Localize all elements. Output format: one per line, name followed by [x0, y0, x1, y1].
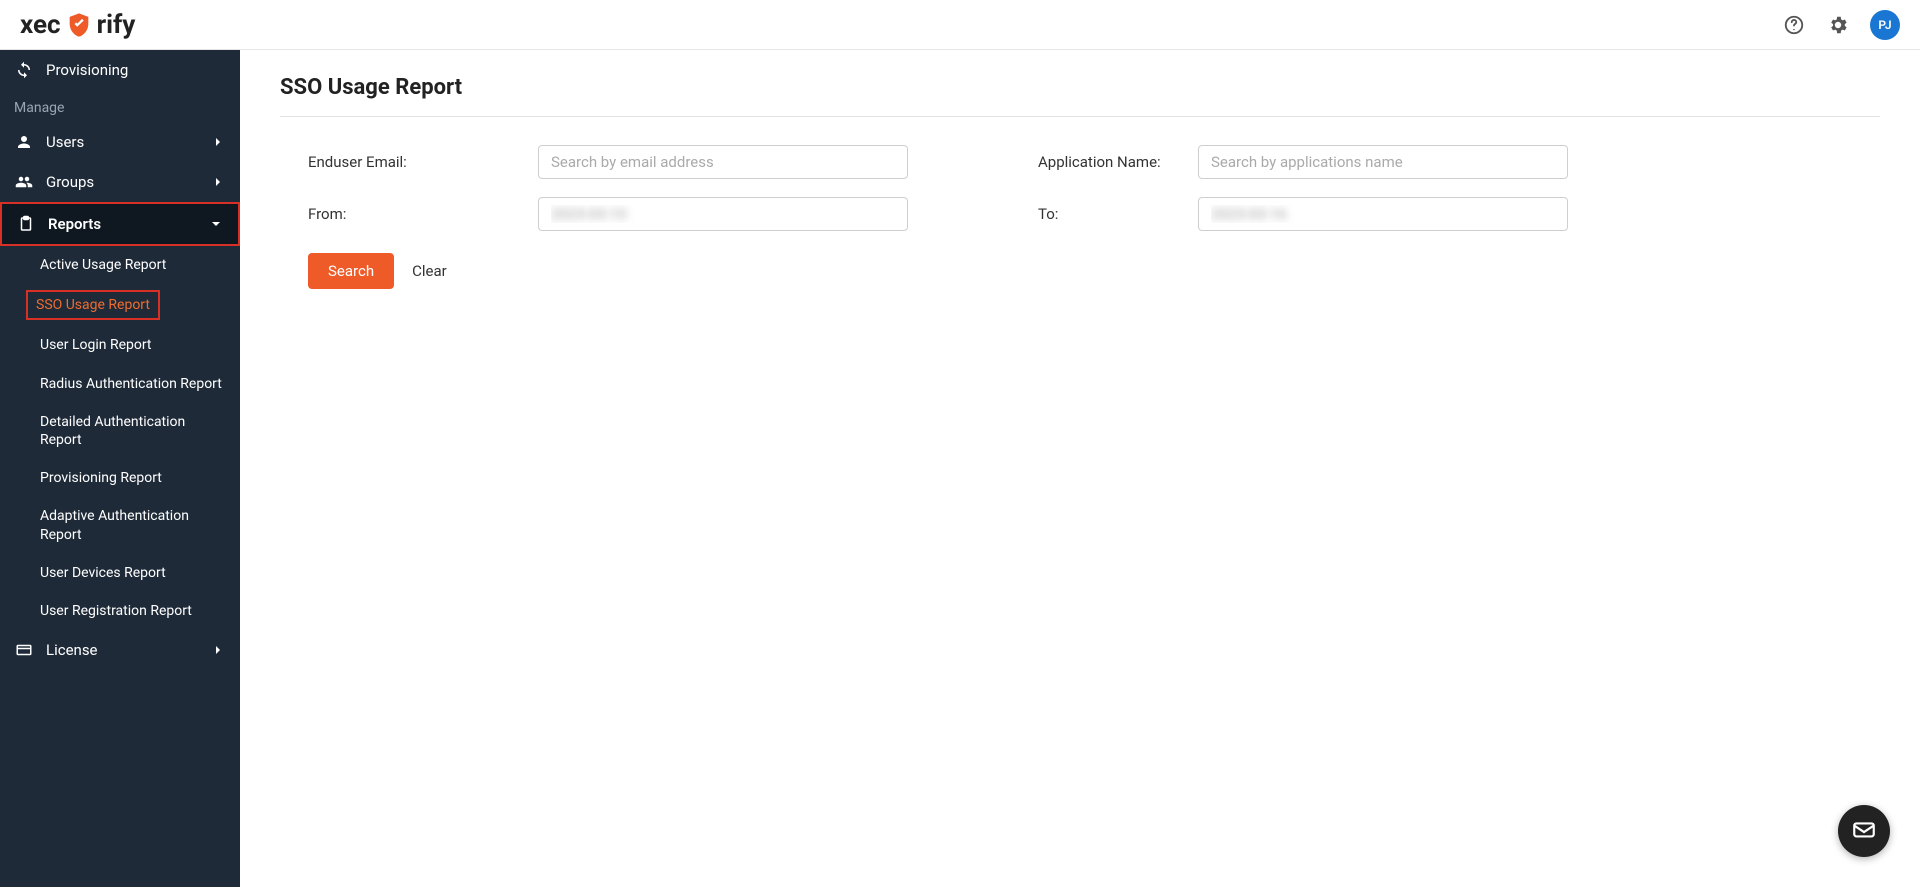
- card-icon: [14, 640, 34, 660]
- app-header: xec rify PJ: [0, 0, 1920, 50]
- sidebar-item-label: Users: [46, 133, 198, 151]
- user-icon: [14, 132, 34, 152]
- sidebar-item-groups[interactable]: Groups: [0, 162, 240, 202]
- to-date-input[interactable]: [1198, 197, 1568, 231]
- from-date-input[interactable]: [538, 197, 908, 231]
- avatar-initials: PJ: [1878, 18, 1891, 32]
- application-input[interactable]: [1198, 145, 1568, 179]
- sidebar-item-license[interactable]: License: [0, 630, 240, 670]
- sub-item-user-login[interactable]: User Login Report: [0, 326, 240, 364]
- label-app: Application Name:: [938, 153, 1168, 171]
- label-email: Enduser Email:: [308, 153, 508, 171]
- sub-item-user-devices[interactable]: User Devices Report: [0, 554, 240, 592]
- filter-form: Enduser Email: Application Name: From: T…: [308, 145, 1880, 231]
- sidebar-item-reports[interactable]: Reports: [0, 202, 240, 246]
- sync-icon: [14, 60, 34, 80]
- sub-item-sso-usage[interactable]: SSO Usage Report: [26, 290, 160, 320]
- reports-sub-list: Active Usage Report SSO Usage Report Use…: [0, 246, 240, 630]
- sidebar-section-manage: Manage: [0, 90, 240, 122]
- sidebar-item-label: Provisioning: [46, 61, 226, 79]
- avatar[interactable]: PJ: [1870, 10, 1900, 40]
- main-content: SSO Usage Report Enduser Email: Applicat…: [240, 50, 1920, 887]
- sidebar-item-provisioning[interactable]: Provisioning: [0, 50, 240, 90]
- sub-item-provisioning-report[interactable]: Provisioning Report: [0, 459, 240, 497]
- sidebar: Provisioning Manage Users Groups: [0, 50, 240, 887]
- brand-text-right: rify: [97, 10, 136, 40]
- header-actions: PJ: [1782, 10, 1900, 40]
- sidebar-item-label: Groups: [46, 173, 198, 191]
- sidebar-item-label: License: [46, 641, 198, 659]
- clipboard-icon: [16, 214, 36, 234]
- brand-text-left: xec: [20, 10, 61, 40]
- email-input[interactable]: [538, 145, 908, 179]
- form-actions: Search Clear: [308, 253, 1880, 289]
- sub-item-active-usage[interactable]: Active Usage Report: [0, 246, 240, 284]
- gear-icon[interactable]: [1826, 13, 1850, 37]
- sidebar-item-label: Reports: [48, 215, 196, 233]
- chevron-right-icon: [210, 134, 226, 150]
- page-title: SSO Usage Report: [280, 75, 1880, 100]
- chat-fab[interactable]: [1838, 805, 1890, 857]
- help-icon[interactable]: [1782, 13, 1806, 37]
- divider: [280, 116, 1880, 117]
- label-to: To:: [938, 205, 1168, 223]
- chevron-right-icon: [210, 642, 226, 658]
- shield-icon: [65, 11, 93, 39]
- search-button[interactable]: Search: [308, 253, 394, 289]
- sidebar-item-users[interactable]: Users: [0, 122, 240, 162]
- sub-item-user-registration[interactable]: User Registration Report: [0, 592, 240, 630]
- brand-logo[interactable]: xec rify: [20, 10, 135, 40]
- label-from: From:: [308, 205, 508, 223]
- groups-icon: [14, 172, 34, 192]
- chevron-down-icon: [208, 216, 224, 232]
- clear-button[interactable]: Clear: [412, 262, 447, 280]
- chevron-right-icon: [210, 174, 226, 190]
- sub-item-detailed-auth[interactable]: Detailed Authentication Report: [0, 403, 240, 459]
- sub-item-radius-auth[interactable]: Radius Authentication Report: [0, 365, 240, 403]
- sub-item-adaptive-auth[interactable]: Adaptive Authentication Report: [0, 497, 240, 553]
